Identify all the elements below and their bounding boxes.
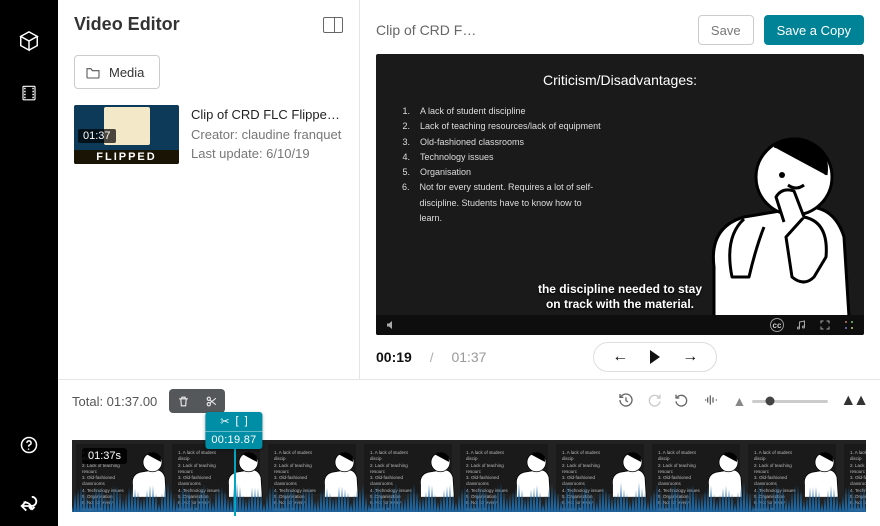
panel-title: Video Editor — [74, 14, 180, 35]
player-menu-icon[interactable] — [842, 318, 856, 332]
time-duration: 01:37 — [451, 349, 486, 365]
audio-track-icon[interactable] — [794, 318, 808, 332]
split-at-playhead-icon[interactable]: ✂ — [220, 415, 229, 428]
left-rail — [0, 0, 58, 526]
edit-tools — [169, 389, 225, 413]
preview-panel: Clip of CRD F… Save Save a Copy Criticis… — [360, 0, 880, 379]
playhead-time: 00:19.87 — [205, 432, 262, 449]
media-button[interactable]: Media — [74, 55, 160, 89]
save-button[interactable]: Save — [698, 15, 754, 45]
delete-tool[interactable] — [169, 389, 197, 413]
transport-controls: ← → — [593, 342, 717, 372]
clip-title: Clip of CRD FLC Flippe… — [191, 105, 343, 125]
clip-creator: Creator: claudine franquet — [191, 125, 343, 145]
transport-bar: 00:19 / 01:37 ← → — [376, 335, 864, 379]
prev-button[interactable]: ← — [612, 348, 628, 366]
video-player[interactable]: Criticism/Disadvantages: 1.A lack of stu… — [376, 54, 864, 335]
redo-icon[interactable] — [646, 392, 662, 411]
zoom-control: ▲ — [732, 393, 828, 409]
zoom-slider[interactable] — [752, 400, 828, 403]
play-button[interactable] — [650, 350, 660, 364]
media-panel: Video Editor Media 01:37 FLIPPED Clip of… — [58, 0, 360, 379]
preview-title: Clip of CRD F… — [376, 22, 688, 38]
split-tool[interactable] — [197, 389, 225, 413]
collapse-panel-icon[interactable] — [323, 17, 343, 33]
timeline-track[interactable]: 1. A lack of student discip2. Lack of te… — [72, 440, 866, 512]
thumb-label: FLIPPED — [74, 150, 179, 164]
set-in-icon[interactable]: [ — [236, 415, 239, 428]
slide-title: Criticism/Disadvantages: — [376, 54, 864, 88]
waveform-icon[interactable] — [702, 392, 720, 411]
cube-icon[interactable] — [18, 30, 40, 52]
zoom-fit-icon[interactable]: ▲▲ — [840, 392, 866, 410]
clip-updated: Last update: 6/10/19 — [191, 144, 343, 164]
clip-thumbnail: 01:37 FLIPPED — [74, 105, 179, 164]
back-button[interactable] — [0, 486, 58, 526]
time-current: 00:19 — [376, 349, 412, 365]
fullscreen-icon[interactable] — [818, 318, 832, 332]
set-out-icon[interactable]: ] — [245, 415, 248, 428]
next-button[interactable]: → — [682, 348, 698, 366]
mute-icon[interactable] — [384, 318, 398, 332]
clip-item[interactable]: 01:37 FLIPPED Clip of CRD FLC Flippe… Cr… — [58, 99, 359, 170]
playhead-toolbar: ✂ [ ] 00:19.87 — [205, 412, 262, 449]
cc-icon[interactable]: cc — [770, 318, 784, 332]
timeline-panel: Total: 01:37.00 ▲ ▲▲ — [58, 379, 880, 526]
history-icon[interactable] — [618, 392, 634, 411]
player-controls-bar: cc — [376, 315, 864, 335]
film-icon[interactable] — [18, 82, 40, 104]
folder-icon — [85, 65, 101, 79]
media-button-label: Media — [109, 65, 144, 80]
zoom-out-icon[interactable]: ▲ — [732, 393, 746, 409]
thumb-duration: 01:37 — [78, 129, 116, 143]
total-duration: Total: 01:37.00 — [72, 394, 157, 409]
caption-text: the discipline needed to stay on track w… — [376, 282, 864, 313]
undo-icon[interactable] — [674, 392, 690, 411]
save-copy-button[interactable]: Save a Copy — [764, 15, 864, 45]
track-duration-badge: 01:37s — [82, 448, 127, 464]
help-icon[interactable] — [18, 434, 40, 456]
slide-bullets: 1.A lack of student discipline2.Lack of … — [402, 104, 602, 226]
